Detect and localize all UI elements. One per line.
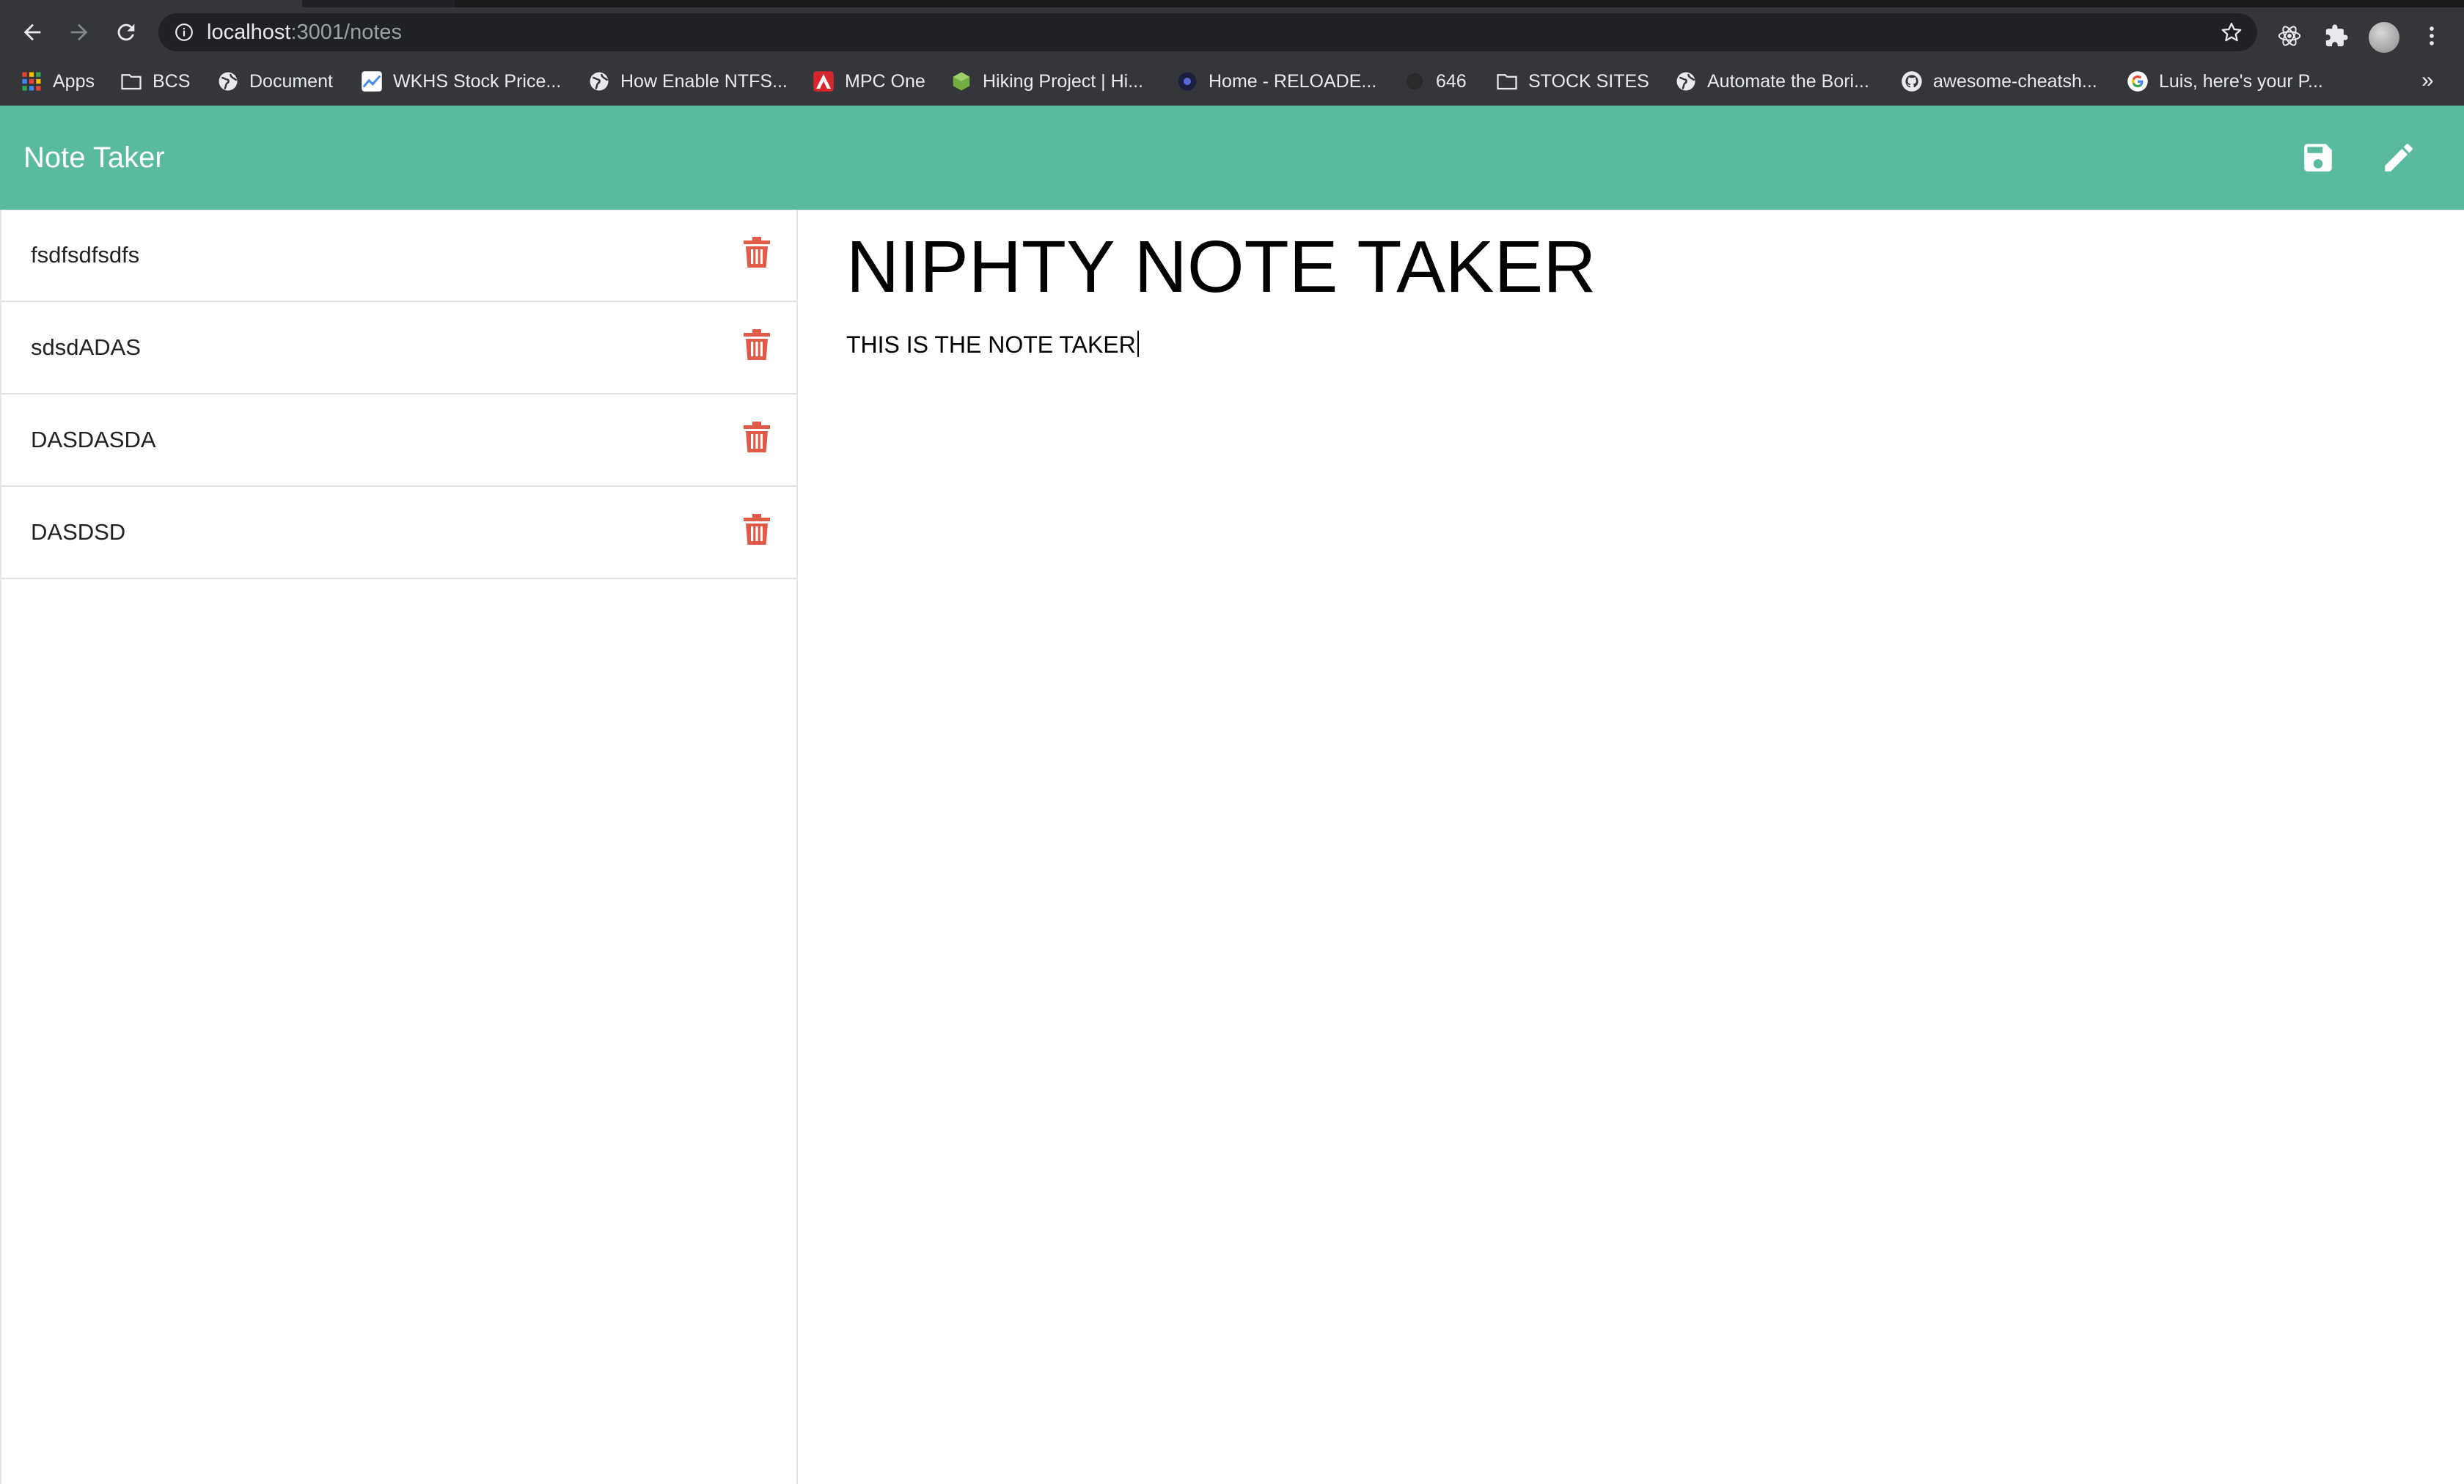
bookmark-label: awesome-cheatsh... [1933,70,2097,92]
pencil-icon [2385,144,2413,172]
url-text[interactable]: localhost:3001/notes [207,13,402,51]
bookmark-hiking-project[interactable]: Hiking Project | Hi... [950,57,1143,106]
tab-strip-background [455,0,2464,7]
arrow-right-icon [70,23,88,41]
note-text-area[interactable]: THIS IS THE NOTE TAKER [846,327,2386,362]
browser-toolbar: localhost:3001/notes [0,7,2464,57]
reloaded-icon [1176,70,1198,92]
back-button[interactable] [15,15,50,50]
note-list-item[interactable]: fsdfsdfsdfs [1,210,796,302]
site-info-icon[interactable] [175,23,194,42]
puzzle-piece-icon [2325,24,2348,47]
bookmark-label: WKHS Stock Price... [393,70,562,92]
akai-logo-icon [813,70,835,92]
bookmarks-bar: Apps BCS Document WKHS Stock Price... Ho… [0,57,2464,106]
bookmark-label: MPC One [845,70,925,92]
bookmark-mpc-one[interactable]: MPC One [813,57,925,106]
bookmark-document[interactable]: Document [217,57,333,106]
bookmark-how-enable-ntfs[interactable]: How Enable NTFS... [588,57,788,106]
new-note-button[interactable] [2376,135,2421,180]
trash-icon [744,514,770,545]
note-editor: NIPHTY NOTE TAKER THIS IS THE NOTE TAKER [798,210,2464,1484]
note-item-title[interactable]: fsdfsdfsdfs [31,210,139,301]
note-title-input[interactable]: NIPHTY NOTE TAKER [846,223,2386,311]
note-list-item[interactable]: DASDSD [1,487,796,579]
note-list-item[interactable]: DASDASDA [1,394,796,487]
bookmark-automate-the-boring[interactable]: Automate the Bori... [1675,57,1869,106]
delete-note-button[interactable] [742,236,771,268]
note-item-title[interactable]: DASDSD [31,487,125,578]
browser-menu-button[interactable] [2419,23,2445,49]
trash-icon [744,422,770,452]
note-body-text: THIS IS THE NOTE TAKER [846,331,1136,358]
react-devtools-extension[interactable] [2276,23,2303,49]
arrow-left-icon [23,23,41,41]
delete-note-button[interactable] [742,328,771,361]
blank-site-icon [1404,70,1426,92]
chart-site-icon [361,70,383,92]
text-cursor [1137,331,1139,357]
note-item-title[interactable]: sdsdADAS [31,302,141,393]
bookmark-label: How Enable NTFS... [620,70,788,92]
bookmark-awesome-cheatsheets[interactable]: awesome-cheatsh... [1901,57,2097,106]
bookmark-bcs[interactable]: BCS [120,57,190,106]
folder-icon [120,70,142,92]
bookmark-apps[interactable]: Apps [21,57,95,106]
browser-tab-strip [0,0,2464,7]
note-list-item[interactable]: sdsdADAS [1,302,796,394]
reload-button[interactable] [109,15,144,50]
bookmark-label: BCS [153,70,191,92]
trash-icon [744,329,770,360]
bookmark-label: Luis, here's your P... [2159,70,2323,92]
bookmark-luis-here[interactable]: Luis, here's your P... [2127,57,2323,106]
bookmark-label: Document [249,70,333,92]
save-note-button[interactable] [2295,135,2341,180]
bookmark-star-icon[interactable] [2221,21,2243,43]
app-brand[interactable]: Note Taker [23,106,165,210]
folder-icon [1496,70,1518,92]
active-tab-edge[interactable] [0,0,302,7]
bookmark-label: Automate the Bori... [1707,70,1869,92]
profile-avatar[interactable] [2369,22,2399,53]
bookmark-label: Apps [53,70,95,92]
note-item-title[interactable]: DASDASDA [31,394,156,485]
delete-note-button[interactable] [742,421,771,453]
reload-icon [117,23,135,41]
globe-icon [1675,70,1697,92]
app-header: Note Taker [0,106,2464,210]
delete-note-button[interactable] [742,513,771,546]
bookmark-stock-sites[interactable]: STOCK SITES [1496,57,1649,106]
globe-icon [588,70,610,92]
github-icon [1901,70,1923,92]
google-icon [2127,70,2149,92]
address-bar[interactable]: localhost:3001/notes [158,13,2257,51]
bookmark-home-reloaded[interactable]: Home - RELOADE... [1176,57,1376,106]
trash-icon [744,237,770,268]
globe-icon [217,70,239,92]
bookmarks-overflow-button[interactable]: » [2421,57,2434,106]
extensions-button[interactable] [2323,23,2350,49]
bookmark-label: Home - RELOADE... [1209,70,1377,92]
bookmark-label: 646 [1436,70,1467,92]
forward-button[interactable] [62,15,97,50]
react-atom-icon [2278,26,2301,46]
url-path: :3001/notes [290,21,403,44]
kebab-menu-icon [2430,26,2434,45]
bookmark-wkhs-stock-price[interactable]: WKHS Stock Price... [361,57,561,106]
save-icon [2304,144,2332,172]
hiking-project-icon [950,70,972,92]
apps-grid-icon [21,70,43,92]
bookmark-label: STOCK SITES [1528,70,1649,92]
url-host: localhost [207,21,291,44]
notes-list: fsdfsdfsdfs sdsdADAS DASDASDA DASDSD [0,210,798,1484]
bookmark-646[interactable]: 646 [1404,57,1467,106]
bookmark-label: Hiking Project | Hi... [983,70,1144,92]
